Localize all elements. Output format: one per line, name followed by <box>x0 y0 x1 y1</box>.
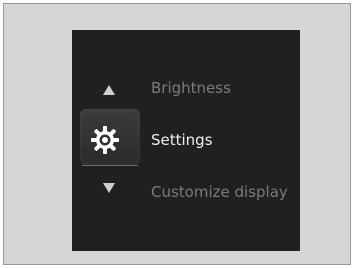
menu-item-settings[interactable]: Settings <box>151 128 213 152</box>
frame: Brightness Settings Customize display <box>3 3 351 265</box>
selector-bottom-divider <box>82 165 138 166</box>
down-arrow-icon[interactable] <box>103 183 115 193</box>
menu-item-customize-display[interactable]: Customize display <box>151 180 288 204</box>
display-screen: Brightness Settings Customize display <box>72 30 300 251</box>
up-arrow-icon[interactable] <box>103 85 115 95</box>
menu-item-brightness[interactable]: Brightness <box>151 76 231 100</box>
gear-icon[interactable] <box>90 125 120 155</box>
